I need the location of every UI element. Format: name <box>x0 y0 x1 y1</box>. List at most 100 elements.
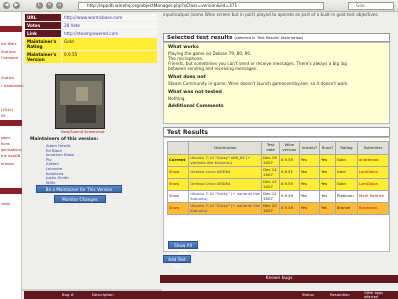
table-row: Current Ubuntu 7.10 "Gutsy" x86_64 (+ var… <box>166 154 389 167</box>
maintainer-version-label: Maintainer's Version <box>25 51 61 63</box>
add-test-data-button[interactable]: Add Test Data <box>163 255 191 269</box>
sidebar-link[interactable]: ersions <box>1 162 14 166</box>
selected-results-body: What works Playing the game on Debian 79… <box>163 42 390 124</box>
cell-rating: Platinum <box>334 190 359 203</box>
be-maintainer-button[interactable]: Be a Maintainer for This Version <box>36 185 122 193</box>
monitor-changes-button[interactable]: Monitor Changes <box>54 195 106 203</box>
maintainers-heading: Maintainers of this version: <box>30 137 99 142</box>
sidebar-link[interactable]: Outdated <box>1 56 18 60</box>
submitter-link[interactable]: Mark Hedrick <box>357 190 389 203</box>
info-label: URL <box>25 14 61 21</box>
col-description: Description <box>92 292 114 297</box>
info-label: Votes <box>25 22 61 29</box>
sidebar-link[interactable]: r Installation <box>1 84 24 88</box>
url-input[interactable]: http://appdb.winehq.org/objectManager.ph… <box>78 2 324 10</box>
submitter-link[interactable]: LarsDalan <box>357 178 389 191</box>
cell-runs: Yes <box>319 166 336 179</box>
sidebar-link[interactable]: ganisations <box>1 148 22 152</box>
distribution-link[interactable]: Gentoo Linux AMD64 <box>188 178 263 191</box>
show-test-link[interactable]: Show <box>166 178 190 191</box>
info-value-link[interactable]: http://www.wormsbase.com <box>62 14 157 21</box>
cell-rating: Bronze <box>334 202 359 215</box>
sidebar-link[interactable]: tions <box>1 142 10 146</box>
cell-wine: 0.9.49 <box>278 190 300 203</box>
cell-runs: Yes <box>319 178 336 191</box>
col-header: Wine version <box>278 141 300 155</box>
maintainer-version-value: 0.9.55 <box>62 51 157 63</box>
cell-wine: 0.9.49 <box>278 202 300 215</box>
col-bug-number: Bug # <box>62 292 74 297</box>
info-value-link[interactable]: http://steampowered.com <box>62 30 157 37</box>
col-resolution: Resolution <box>330 292 350 297</box>
col-header: Installs? <box>298 141 321 155</box>
cell-wine: 0.9.50 <box>278 178 300 191</box>
back-button[interactable]: ◀ <box>3 2 10 9</box>
cell-date: Dec 12 2007 <box>261 178 280 191</box>
selected-results-note: (selected in 'Test Results' table below) <box>234 36 304 40</box>
cell-rating: Gold <box>334 154 359 167</box>
sidebar: est Wars lications Outdated lication r Insta… <box>0 12 24 299</box>
known-bugs-columns: Bug # Description Status Resolution Othe… <box>24 291 398 299</box>
sidebar-link[interactable]: rame <box>1 202 10 206</box>
test-results-table: Distribution Test date Wine version Inst… <box>166 141 389 215</box>
stop-button[interactable]: ✕ <box>46 2 53 9</box>
cell-runs: Yes <box>319 202 336 215</box>
browser-toolbar: ◀ ▶ C ✕ ⌂ http://appdb.winehq.org/object… <box>0 0 398 12</box>
maintainer-rating-value: Gold <box>62 38 157 50</box>
show-test-link[interactable]: Show <box>166 202 190 215</box>
app-screenshot-thumbnail[interactable] <box>55 74 105 129</box>
home-button[interactable]: ⌂ <box>56 2 63 9</box>
sidebar-link[interactable]: (2010) <box>1 108 13 112</box>
table-row: Show Gentoo Linux AMD64 Dec 12 2007 0.9.50 Y… <box>166 178 389 191</box>
screenshot-link[interactable]: View/Submit Screenshot <box>55 130 110 134</box>
votes-value[interactable]: 28 Vote <box>62 22 157 29</box>
known-bugs-header: Known bugs <box>160 275 398 283</box>
sidebar-link[interactable]: IIS <box>1 114 5 118</box>
sidebar-link[interactable]: est Wars <box>1 42 17 46</box>
sidebar-link[interactable]: the AppDB <box>1 154 20 158</box>
cell-date: Dec 19 2007 <box>261 154 280 167</box>
distribution-link[interactable]: Ubuntu 7.10 "Gutsy" (+ variants like Kub… <box>188 202 263 215</box>
submitter-link[interactable]: andremad <box>357 154 389 167</box>
current-label: Current <box>166 154 190 167</box>
test-results-header: Test Results <box>163 127 390 137</box>
cell-installs: Yes <box>298 166 321 179</box>
col-header <box>166 141 190 155</box>
table-header-row: Distribution Test date Wine version Inst… <box>166 141 389 155</box>
reload-button[interactable]: C <box>36 2 43 9</box>
show-test-link[interactable]: Show <box>166 190 190 203</box>
search-input[interactable]: Goo <box>348 2 394 10</box>
table-row: Show Ubuntu 7.10 "Gutsy" (+ variants like… <box>166 202 389 215</box>
col-header: Distribution <box>188 141 263 155</box>
forward-button[interactable]: ▶ <box>13 2 20 9</box>
submitter-link[interactable]: LarsDalan <box>357 166 389 179</box>
cell-date: Dec 14 2007 <box>261 166 280 179</box>
show-test-link[interactable]: Show <box>166 166 190 179</box>
col-status: Status <box>302 292 315 297</box>
table-row: Show Gentoo Linux AMD64 Dec 14 2007 0.9.51 Y… <box>166 166 389 179</box>
sidebar-link[interactable]: sions <box>1 136 10 140</box>
cell-date: Dec 12 2007 <box>261 190 280 203</box>
cell-rating: Gold <box>334 178 359 191</box>
info-label: Link <box>25 30 61 37</box>
cell-rating: Gold <box>334 166 359 179</box>
distribution-link[interactable]: Gentoo Linux AMD64 <box>188 166 263 179</box>
cell-runs: Yes <box>319 190 336 203</box>
cell-wine: 0.9.51 <box>278 166 300 179</box>
sidebar-link[interactable]: lications <box>1 50 16 54</box>
sidebar-link[interactable]: lication <box>1 76 14 80</box>
col-header: Runs? <box>319 141 336 155</box>
cell-date: Dec 10 2007 <box>261 202 280 215</box>
selected-results-header: Selected test results (selected in 'Test… <box>163 33 390 42</box>
show-all-tests-button[interactable]: Show All Tests <box>168 241 198 255</box>
cell-installs: Yes <box>298 190 321 203</box>
table-row: Show Ubuntu 7.10 "Gutsy" (+ variants like… <box>166 190 389 203</box>
sidebar-header <box>0 120 22 126</box>
cell-wine: 0.9.55 <box>278 154 300 167</box>
submitter-link[interactable]: Bramsten <box>357 202 389 215</box>
col-header: Test date <box>261 141 280 155</box>
col-header: Submitter <box>357 141 389 155</box>
distribution-link[interactable]: Ubuntu 7.10 "Gutsy" x86_64 (+ variants l… <box>188 154 263 167</box>
distribution-link[interactable]: Ubuntu 7.10 "Gutsy" (+ variants like Kub… <box>188 190 263 203</box>
sidebar-header <box>0 188 22 194</box>
